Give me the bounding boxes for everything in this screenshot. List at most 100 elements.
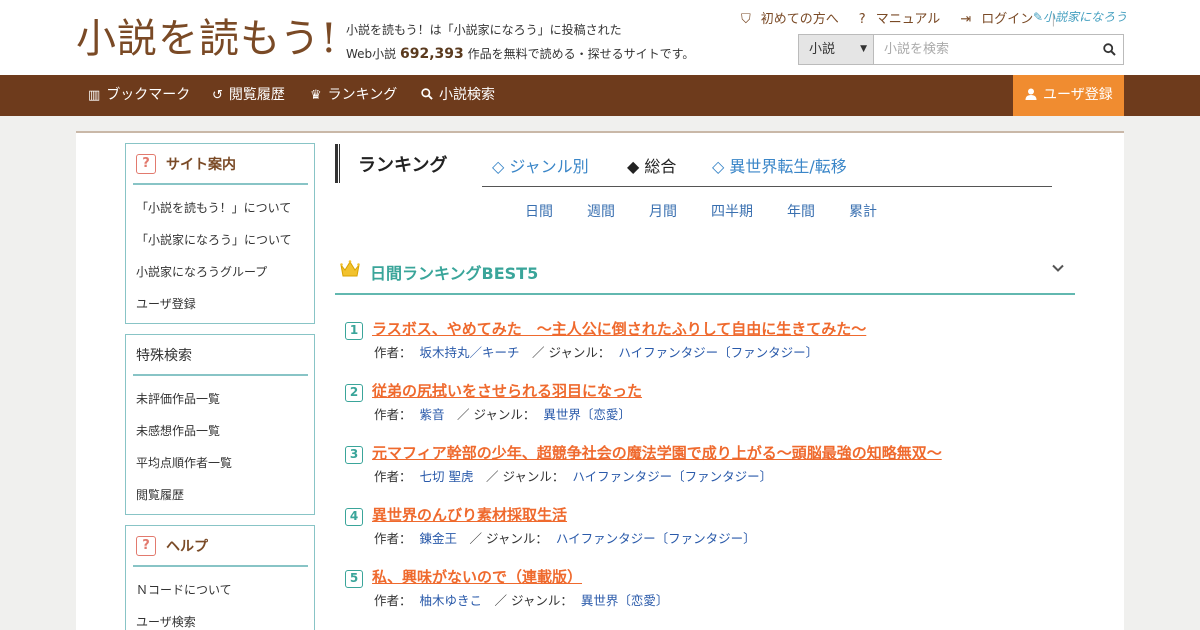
genre-label: ジャンル： bbox=[511, 593, 573, 608]
site-guide-box: ? サイト案内 「小説を読もう！」について 「小説家になろう」について 小説家に… bbox=[125, 143, 315, 324]
novel-title-link[interactable]: ラスボス、やめてみた ～主人公に倒されたふりして自由に生きてみた～ bbox=[372, 318, 866, 339]
novel-meta: 作者： 坂木持丸／キーチ ／ ジャンル： ハイファンタジー〔ファンタジー〕 bbox=[374, 345, 819, 360]
author-link[interactable]: 紫音 bbox=[420, 407, 445, 422]
novel-title-link[interactable]: 異世界のんびり素材採取生活 bbox=[372, 504, 567, 525]
sidebar-item-history[interactable]: 閲覧履歴 bbox=[136, 480, 314, 512]
author-label: 作者： bbox=[374, 469, 412, 484]
rank-number: 2 bbox=[345, 384, 363, 402]
search-icon bbox=[1102, 43, 1116, 56]
best5-header[interactable]: 日間ランキングBEST5 bbox=[335, 251, 1075, 295]
author-label: 作者： bbox=[374, 531, 412, 546]
history-icon: ↺ bbox=[212, 88, 223, 103]
nav-ranking[interactable]: ♛ ランキング bbox=[310, 75, 397, 116]
nav-history[interactable]: ↺ 閲覧履歴 bbox=[212, 75, 285, 116]
novel-meta: 作者： 錬金王 ／ ジャンル： ハイファンタジー〔ファンタジー〕 bbox=[374, 531, 756, 546]
manual-link[interactable]: ? マニュアル bbox=[859, 12, 951, 27]
title-accent bbox=[335, 144, 338, 183]
genre-link[interactable]: ハイファンタジー〔ファンタジー〕 bbox=[556, 531, 756, 546]
sidebar-item-user-search[interactable]: ユーザ検索 bbox=[136, 607, 314, 630]
desc-line2: Web小説 692,393 作品を無料で読める・探せるサイトです。 bbox=[346, 42, 694, 66]
special-search-box: 特殊検索 未評価作品一覧 未感想作品一覧 平均点順作者一覧 閲覧履歴 bbox=[125, 334, 315, 515]
special-search-header: 特殊検索 bbox=[133, 335, 308, 376]
genre-label: ジャンル： bbox=[473, 407, 536, 422]
author-label: 作者： bbox=[374, 345, 412, 360]
tab-overall[interactable]: ◆ 総合 bbox=[627, 153, 676, 177]
shield-icon: ⛉ bbox=[741, 12, 751, 27]
user-icon bbox=[1025, 88, 1037, 100]
genre-label: ジャンル： bbox=[502, 469, 565, 484]
novel-count: 692,393 bbox=[400, 46, 464, 62]
beginners-link[interactable]: ⛉ 初めての方へ bbox=[741, 12, 849, 27]
author-link[interactable]: 七切 聖虎 bbox=[420, 469, 474, 484]
help-header: ? ヘルプ bbox=[133, 526, 308, 567]
desc-line1: 小説を読もう！は「小説家になろう」に投稿された bbox=[346, 23, 622, 37]
nav-bookmark[interactable]: ▥ ブックマーク bbox=[88, 75, 190, 116]
search-bar: 小説 ▼ bbox=[798, 34, 1124, 65]
period-yearly[interactable]: 年間 bbox=[787, 201, 815, 221]
novel-meta: 作者： 柚木ゆきこ ／ ジャンル： 異世界〔恋愛〕 bbox=[374, 593, 669, 608]
register-button[interactable]: ユーザ登録 bbox=[1013, 75, 1124, 116]
novel-title-link[interactable]: 元マフィア幹部の少年、超競争社会の魔法学園で成り上がる～頭脳最強の知略無双～ bbox=[372, 442, 942, 463]
sidebar-item-author-avg[interactable]: 平均点順作者一覧 bbox=[136, 448, 314, 480]
rank-number: 1 bbox=[345, 322, 363, 340]
genre-link[interactable]: 異世界〔恋愛〕 bbox=[543, 407, 631, 422]
sidebar-item-about-narou[interactable]: 「小説家になろう」について bbox=[136, 225, 314, 257]
sidebar-item-ncode[interactable]: Ｎコードについて bbox=[136, 575, 314, 607]
search-button[interactable] bbox=[1095, 35, 1123, 64]
help-circle-icon: ? bbox=[858, 12, 866, 27]
author-label: 作者： bbox=[374, 407, 412, 422]
novel-meta: 作者： 七切 聖虎 ／ ジャンル： ハイファンタジー〔ファンタジー〕 bbox=[374, 469, 773, 484]
site-logo[interactable]: 小説を読もう! bbox=[76, 14, 338, 64]
question-icon: ? bbox=[136, 153, 156, 174]
narou-logo[interactable]: ✎小説家になろう bbox=[1033, 8, 1127, 25]
tab-isekai[interactable]: ◇ 異世界転生/転移 bbox=[712, 153, 847, 177]
nav-search[interactable]: 小説検索 bbox=[421, 75, 495, 116]
login-icon: ⇥ bbox=[960, 12, 972, 27]
site-description: 小説を読もう！は「小説家になろう」に投稿された Web小説 692,393 作品… bbox=[346, 18, 694, 66]
genre-link[interactable]: ハイファンタジー〔ファンタジー〕 bbox=[618, 345, 818, 360]
ranking-entry: 1 ラスボス、やめてみた ～主人公に倒されたふりして自由に生きてみた～ 作者： 坂… bbox=[345, 318, 1065, 368]
rank-number: 5 bbox=[345, 570, 363, 588]
site-guide-header: ? サイト案内 bbox=[133, 144, 308, 185]
novel-title-link[interactable]: 従弟の尻拭いをさせられる羽目になった bbox=[372, 380, 642, 401]
sidebar-item-narou-group[interactable]: 小説家になろうグループ bbox=[136, 257, 314, 289]
bookmark-icon: ▥ bbox=[88, 88, 101, 103]
title-accent bbox=[339, 144, 340, 183]
period-weekly[interactable]: 週間 bbox=[587, 201, 615, 221]
question-icon: ? bbox=[136, 535, 156, 556]
crown-icon bbox=[340, 260, 360, 277]
novel-meta: 作者： 紫音 ／ ジャンル： 異世界〔恋愛〕 bbox=[374, 407, 631, 422]
ranking-entry: 4 異世界のんびり素材採取生活 作者： 錬金王 ／ ジャンル： ハイファンタジー〔フ… bbox=[345, 504, 1065, 554]
help-box: ? ヘルプ Ｎコードについて ユーザ検索 bbox=[125, 525, 315, 630]
novel-title-link[interactable]: 私、興味がないので（連載版） bbox=[372, 566, 582, 587]
sidebar-item-register[interactable]: ユーザ登録 bbox=[136, 289, 314, 321]
sidebar-item-about-yomou[interactable]: 「小説を読もう！」について bbox=[136, 193, 314, 225]
top-links: ⛉ 初めての方へ? マニュアル ⇥ ログイン | bbox=[741, 8, 1062, 27]
page-title: ランキング bbox=[358, 155, 448, 176]
sidebar-item-unrated[interactable]: 未評価作品一覧 bbox=[136, 384, 314, 416]
genre-link[interactable]: 異世界〔恋愛〕 bbox=[581, 593, 669, 608]
desc-suffix: 作品を無料で読める・探せるサイトです。 bbox=[467, 47, 695, 61]
period-total[interactable]: 累計 bbox=[849, 201, 877, 221]
dropdown-arrow-icon: ▼ bbox=[860, 44, 867, 54]
chevron-down-icon[interactable] bbox=[1051, 261, 1065, 275]
search-input[interactable] bbox=[875, 35, 1095, 64]
sidebar-item-no-review[interactable]: 未感想作品一覧 bbox=[136, 416, 314, 448]
author-link[interactable]: 坂木持丸／キーチ bbox=[420, 345, 520, 360]
period-quarterly[interactable]: 四半期 bbox=[711, 201, 753, 221]
period-monthly[interactable]: 月間 bbox=[649, 201, 677, 221]
ranking-entry: 5 私、興味がないので（連載版） 作者： 柚木ゆきこ ／ ジャンル： 異世界〔恋愛〕 bbox=[345, 566, 1065, 616]
rank-number: 3 bbox=[345, 446, 363, 464]
tab-genre[interactable]: ◇ ジャンル別 bbox=[492, 153, 589, 177]
login-link[interactable]: ⇥ ログイン bbox=[960, 12, 1043, 27]
rank-number: 4 bbox=[345, 508, 363, 526]
search-type-select[interactable]: 小説 ▼ bbox=[799, 35, 874, 64]
author-link[interactable]: 柚木ゆきこ bbox=[420, 593, 483, 608]
genre-label: ジャンル： bbox=[486, 531, 548, 546]
period-daily[interactable]: 日間 bbox=[525, 201, 553, 221]
genre-link[interactable]: ハイファンタジー〔ファンタジー〕 bbox=[572, 469, 772, 484]
author-link[interactable]: 錬金王 bbox=[420, 531, 458, 546]
crown-icon: ♛ bbox=[310, 88, 322, 103]
best5-title: 日間ランキングBEST5 bbox=[370, 264, 539, 283]
main-nav: ▥ ブックマーク ↺ 閲覧履歴 ♛ ランキング 小説検索 ユーザ登録 bbox=[0, 75, 1200, 116]
